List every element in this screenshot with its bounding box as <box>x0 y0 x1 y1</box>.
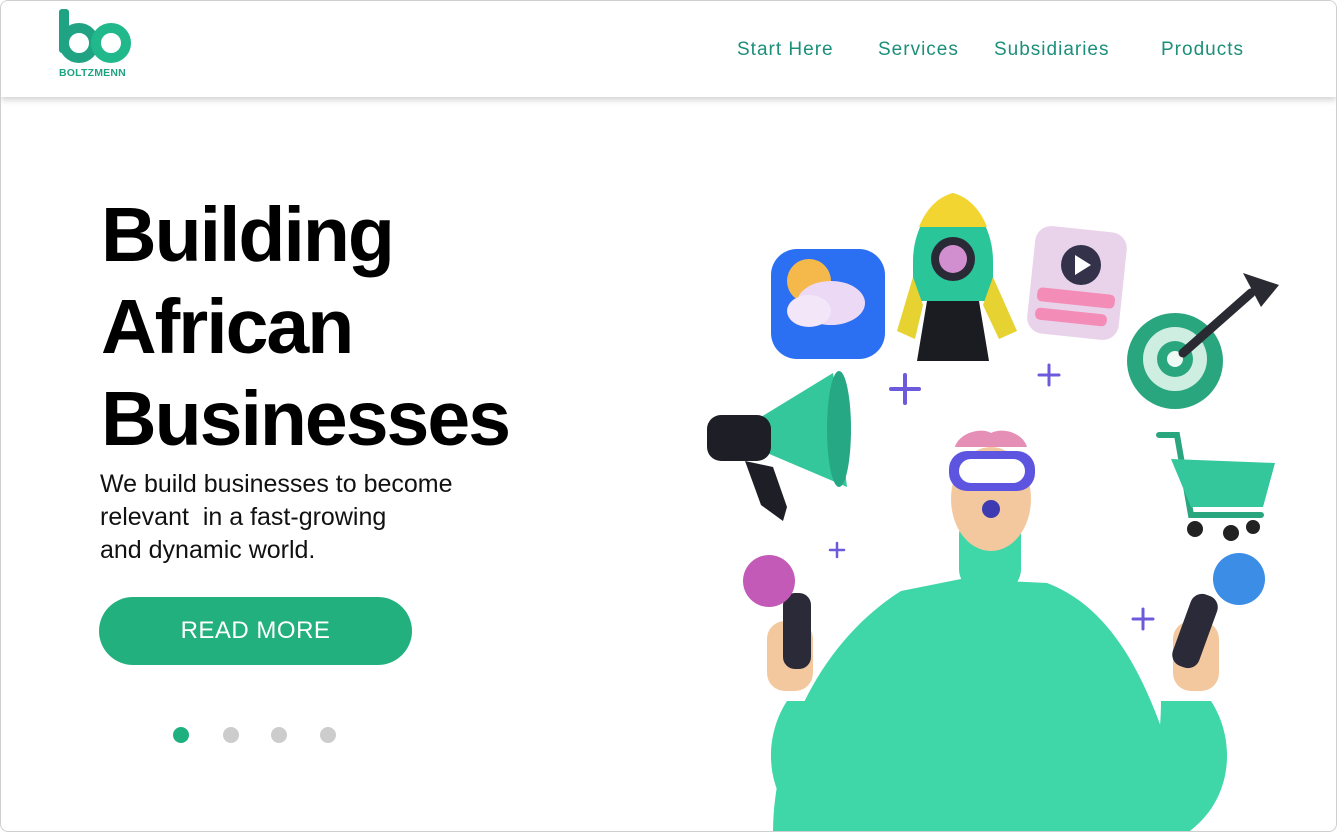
megaphone-icon <box>707 371 851 521</box>
hero-subtitle-line: relevant in a fast-growing <box>100 503 387 531</box>
site-header: BOLTZMENN Start Here Services Subsidiari… <box>1 1 1336 97</box>
hero-title: Building African Businesses <box>101 189 621 465</box>
target-dart-icon <box>1127 273 1279 409</box>
shopping-cart-icon <box>1156 432 1275 541</box>
nav-products[interactable]: Products <box>1161 39 1244 61</box>
hero-subtitle-line: We build businesses to become <box>100 470 453 498</box>
hero-subtitle: We build businesses to become relevant i… <box>100 468 540 567</box>
nav-subsidiaries[interactable]: Subsidiaries <box>994 39 1110 61</box>
weather-icon <box>771 249 885 359</box>
hero-title-line: Building <box>101 192 395 278</box>
brand-name: BOLTZMENN <box>59 67 126 79</box>
hero-title-line: African <box>101 284 354 370</box>
hero-illustration <box>691 181 1301 831</box>
rocket-icon <box>897 193 1017 361</box>
carousel-dot[interactable] <box>320 727 336 743</box>
read-more-button[interactable]: READ MORE <box>99 597 412 665</box>
page-frame: BOLTZMENN Start Here Services Subsidiari… <box>0 0 1337 832</box>
carousel-dot[interactable] <box>271 727 287 743</box>
nav-start-here[interactable]: Start Here <box>737 39 834 61</box>
carousel-dot[interactable] <box>223 727 239 743</box>
hero-subtitle-line: and dynamic world. <box>100 536 316 564</box>
main-nav: Start Here Services Subsidiaries Product… <box>1 39 1336 65</box>
nav-services[interactable]: Services <box>878 39 959 61</box>
video-card-icon <box>1027 226 1127 340</box>
carousel-dot[interactable] <box>173 727 189 743</box>
hero-title-line: Businesses <box>101 376 511 462</box>
